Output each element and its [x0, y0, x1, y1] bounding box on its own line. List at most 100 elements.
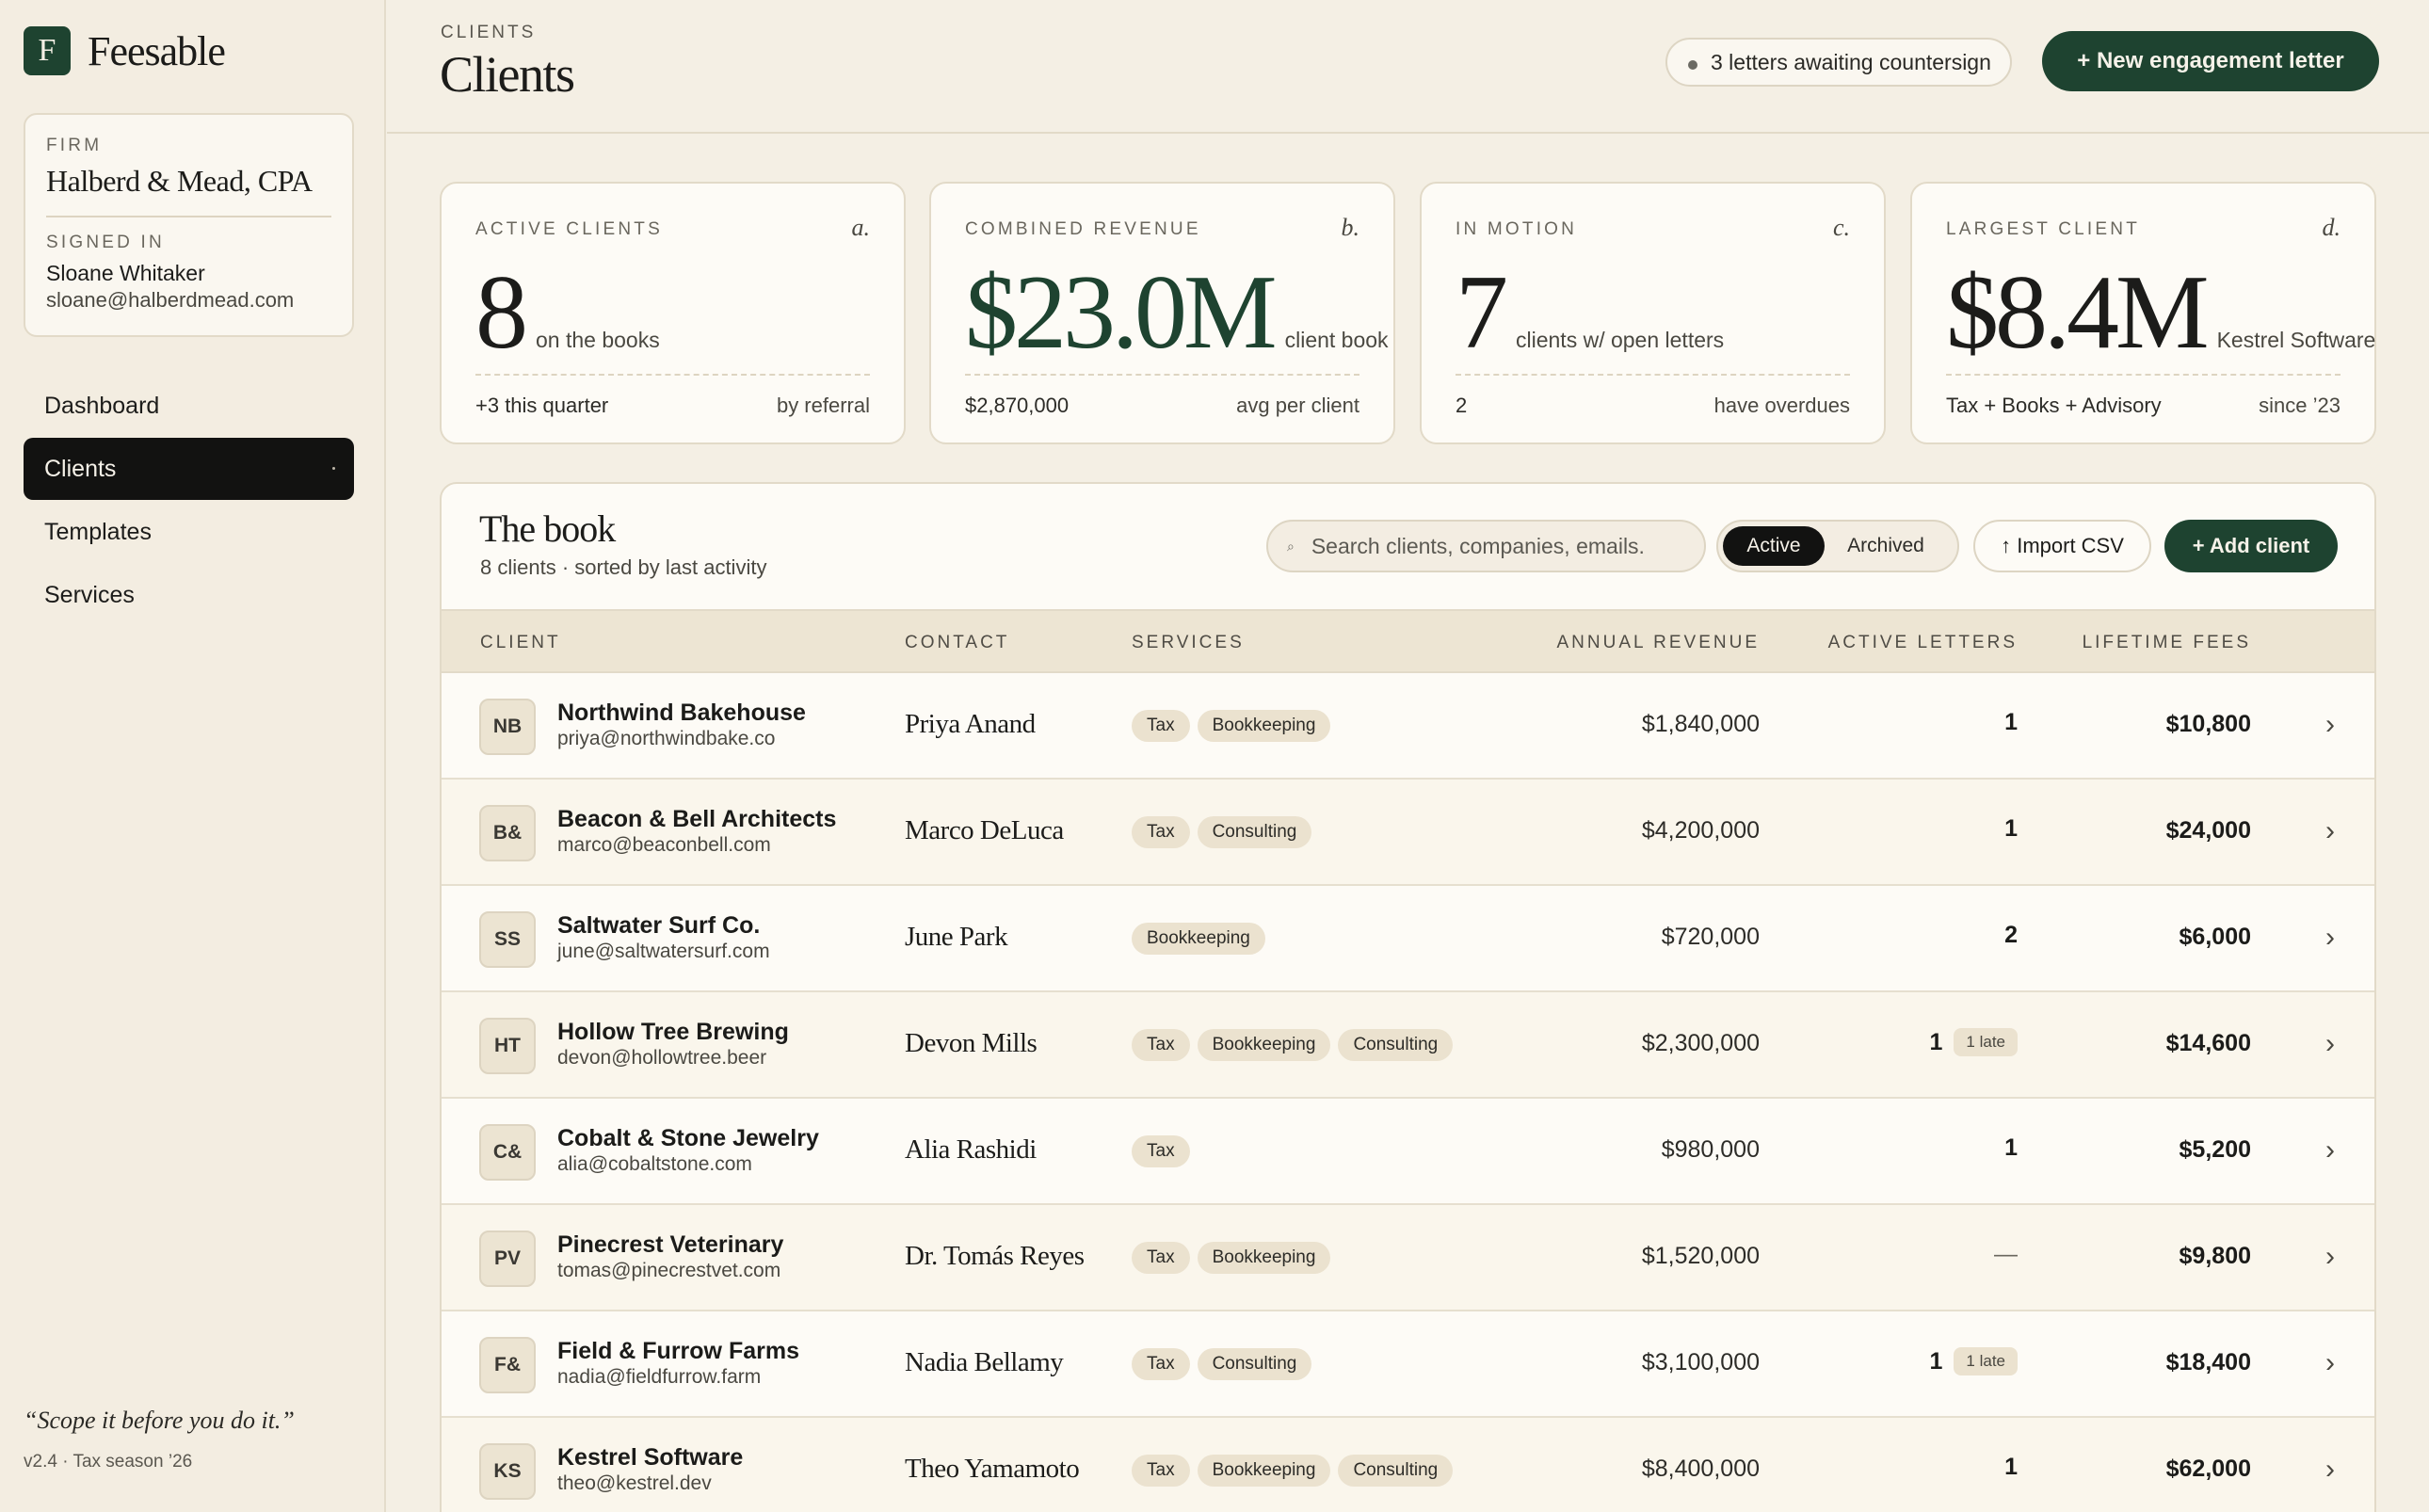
client-contact: Marco DeLuca	[905, 815, 1064, 845]
book-title: The book	[479, 507, 616, 550]
client-services: Tax Bookkeeping Consulting	[1132, 1029, 1454, 1061]
filter-active-option[interactable]: Active	[1723, 526, 1825, 566]
search-input[interactable]: ⌕ Search clients, companies, emails.	[1266, 520, 1706, 572]
stat-foot-right: by referral	[776, 394, 870, 417]
client-email: marco@beaconbell.com	[557, 834, 771, 856]
stat-value-caption: on the books	[536, 328, 660, 352]
client-avatar: SS	[479, 911, 536, 968]
column-header-annual-revenue[interactable]: ANNUAL REVENUE	[1556, 633, 1760, 653]
table-row[interactable]: PV Pinecrest Veterinary tomas@pinecrestvet…	[442, 1205, 2374, 1311]
active-letters-count: 2	[2004, 922, 2018, 948]
client-name[interactable]: Field & Furrow Farms	[557, 1338, 799, 1365]
brand[interactable]: F Feesable	[24, 26, 226, 75]
column-header-services[interactable]: SERVICES	[1132, 633, 1245, 653]
client-contact: Priya Anand	[905, 709, 1036, 739]
client-name[interactable]: Hollow Tree Brewing	[557, 1019, 789, 1046]
firm-divider	[46, 216, 331, 217]
stat-value: 7	[1456, 254, 1508, 371]
table-row[interactable]: NB Northwind Bakehouse priya@northwindbake…	[442, 673, 2374, 780]
stat-value: 8	[475, 254, 528, 371]
firm-name: Halberd & Mead, CPA	[46, 164, 313, 198]
client-name[interactable]: Saltwater Surf Co.	[557, 912, 760, 940]
sidebar-nav: Dashboard Clients Templates Services	[24, 375, 354, 627]
table-row[interactable]: HT Hollow Tree Brewing devon@hollowtree.be…	[442, 992, 2374, 1099]
stat-foot-right: avg per client	[1236, 394, 1359, 417]
chevron-right-icon[interactable]: ›	[2325, 1134, 2335, 1166]
active-letters-count: —	[1994, 1241, 2018, 1267]
table-row[interactable]: F& Field & Furrow Farms nadia@fieldfurrow.…	[442, 1311, 2374, 1418]
add-client-button[interactable]: + Add client	[2164, 520, 2338, 572]
sidebar-item-templates[interactable]: Templates	[24, 501, 354, 563]
client-name[interactable]: Pinecrest Veterinary	[557, 1231, 783, 1259]
stat-foot-right: have overdues	[1713, 394, 1850, 417]
stat-value-caption: Kestrel Software	[2216, 328, 2376, 352]
chevron-right-icon[interactable]: ›	[2325, 1241, 2335, 1273]
client-services: Tax Bookkeeping	[1132, 710, 1331, 742]
client-name[interactable]: Kestrel Software	[557, 1444, 743, 1472]
stat-value: $8.4M	[1946, 254, 2210, 371]
annual-revenue: $8,400,000	[1641, 1456, 1760, 1482]
filter-archived-option[interactable]: Archived	[1825, 526, 1947, 566]
service-tag: Tax	[1132, 1242, 1190, 1274]
new-engagement-letter-button[interactable]: + New engagement letter	[2042, 31, 2379, 91]
client-name[interactable]: Northwind Bakehouse	[557, 700, 806, 727]
chevron-right-icon[interactable]: ›	[2325, 922, 2335, 954]
client-contact: Dr. Tomás Reyes	[905, 1241, 1085, 1271]
annual-revenue: $1,840,000	[1641, 711, 1760, 737]
page-header: CLIENTS Clients 3 letters awaiting count…	[387, 0, 2429, 134]
sidebar-item-dashboard[interactable]: Dashboard	[24, 375, 354, 437]
client-name[interactable]: Beacon & Bell Architects	[557, 806, 836, 833]
service-tag: Tax	[1132, 1029, 1190, 1061]
table-row[interactable]: C& Cobalt & Stone Jewelry alia@cobaltstone…	[442, 1099, 2374, 1205]
client-email: priya@northwindbake.co	[557, 728, 776, 749]
annual-revenue: $4,200,000	[1641, 817, 1760, 844]
column-header-active-letters[interactable]: ACTIVE LETTERS	[1828, 633, 2018, 653]
column-header-client[interactable]: CLIENT	[480, 633, 561, 653]
stat-card-in-motion: IN MOTION c. 7 clients w/ open letters 2…	[1420, 182, 1886, 444]
client-contact: Devon Mills	[905, 1028, 1038, 1058]
client-avatar: HT	[479, 1018, 536, 1074]
stat-letter: b.	[1341, 214, 1360, 241]
client-email: tomas@pinecrestvet.com	[557, 1260, 781, 1281]
table-row[interactable]: B& Beacon & Bell Architects marco@beaconbe…	[442, 780, 2374, 886]
active-letters: 2	[2004, 922, 2018, 949]
firm-card[interactable]: FIRM Halberd & Mead, CPA SIGNED IN Sloan…	[24, 113, 354, 337]
client-contact: June Park	[905, 922, 1008, 952]
lifetime-fees: $14,600	[2165, 1030, 2251, 1056]
active-letters: 1	[2004, 709, 2018, 736]
stat-foot-left: 2	[1456, 394, 1468, 417]
client-services: Tax	[1132, 1135, 1190, 1167]
client-services: Tax Bookkeeping	[1132, 1242, 1331, 1274]
brand-name: Feesable	[88, 27, 226, 74]
late-badge: 1 late	[1954, 1347, 2018, 1375]
chevron-right-icon[interactable]: ›	[2325, 1028, 2335, 1060]
client-table-body: NB Northwind Bakehouse priya@northwindbake…	[442, 673, 2374, 1512]
awaiting-countersign-pill[interactable]: 3 letters awaiting countersign	[1665, 38, 2012, 87]
service-tag: Consulting	[1197, 1348, 1312, 1380]
chevron-right-icon[interactable]: ›	[2325, 815, 2335, 847]
service-tag: Bookkeeping	[1197, 1455, 1331, 1487]
active-letters: 1 1 late	[1930, 1347, 2018, 1375]
sidebar-item-clients[interactable]: Clients	[24, 438, 354, 500]
breadcrumb: CLIENTS	[441, 23, 537, 42]
table-row[interactable]: SS Saltwater Surf Co. june@saltwatersurf.c…	[442, 886, 2374, 992]
service-tag: Tax	[1132, 1455, 1190, 1487]
active-letters: 1	[2004, 815, 2018, 843]
chevron-right-icon[interactable]: ›	[2325, 1454, 2335, 1486]
stat-letter: c.	[1832, 214, 1850, 241]
service-tag: Tax	[1132, 1348, 1190, 1380]
import-csv-button[interactable]: ↑ Import CSV	[1973, 520, 2151, 572]
service-tag: Consulting	[1338, 1455, 1454, 1487]
client-avatar: NB	[479, 699, 536, 755]
sidebar-item-services[interactable]: Services	[24, 564, 354, 626]
table-row[interactable]: KS Kestrel Software theo@kestrel.dev Theo Y…	[442, 1418, 2374, 1512]
chevron-right-icon[interactable]: ›	[2325, 1347, 2335, 1379]
stat-card-largest-client: LARGEST CLIENT d. $8.4M Kestrel Software…	[1910, 182, 2376, 444]
client-avatar: B&	[479, 805, 536, 861]
column-header-contact[interactable]: CONTACT	[905, 633, 1009, 653]
annual-revenue: $720,000	[1661, 924, 1760, 950]
book-subtitle: 8 clients · sorted by last activity	[480, 555, 767, 579]
column-header-lifetime-fees[interactable]: LIFETIME FEES	[2083, 633, 2251, 653]
chevron-right-icon[interactable]: ›	[2325, 709, 2335, 741]
client-name[interactable]: Cobalt & Stone Jewelry	[557, 1125, 819, 1152]
